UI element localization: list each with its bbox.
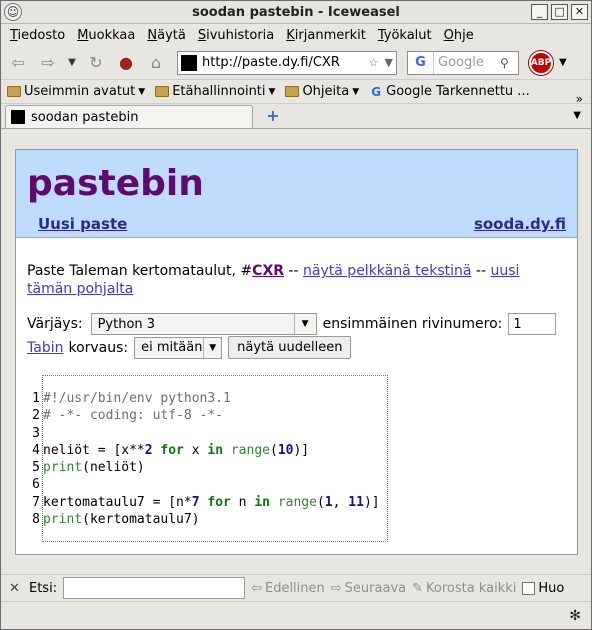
arrow-left-icon: ⇦ (251, 580, 262, 596)
code-line: print(kertomataulu7) (43, 512, 200, 528)
adblock-icon[interactable]: ABP (529, 50, 553, 75)
folder-icon (155, 86, 170, 97)
window-title: soodan pastebin - Iceweasel (192, 4, 400, 20)
menu-file[interactable]: Tiedosto (5, 28, 72, 43)
close-icon[interactable]: ✕ (9, 581, 23, 596)
url-text: http://paste.dy.fi/CXR (202, 55, 340, 70)
history-dropdown-icon[interactable]: ▼ (65, 50, 79, 76)
menu-edit[interactable]: Muokkaa (72, 28, 142, 43)
tab-list-dropdown-icon[interactable]: ▼ (573, 110, 581, 121)
stop-icon[interactable]: ● (113, 50, 139, 76)
tab-replace-select[interactable]: ei mitään ▼ (134, 336, 223, 359)
code-line: #!/usr/bin/env python3.1 (43, 391, 231, 406)
status-bar: ✻ (1, 601, 591, 629)
title-bar: ☺ soodan pastebin - Iceweasel _ □ ✕ (1, 1, 591, 24)
forward-arrow-icon[interactable]: ⇨ (35, 50, 61, 76)
menu-bar: Tiedosto Muokkaa Näytä Sivuhistoria Kirj… (1, 24, 591, 46)
adblock-dropdown-icon[interactable]: ▼ (559, 57, 567, 68)
folder-icon (285, 86, 300, 97)
close-button[interactable]: ✕ (571, 4, 588, 20)
home-icon[interactable]: ⌂ (143, 50, 169, 76)
new-tab-icon[interactable]: + (263, 106, 283, 126)
code-line: print(neliöt) (43, 460, 145, 476)
menu-history[interactable]: Sivuhistoria (193, 28, 281, 43)
menu-view[interactable]: Näytä (142, 28, 192, 43)
menu-tools[interactable]: Työkalut (373, 28, 439, 43)
tab-link[interactable]: Tabin (27, 340, 63, 356)
highlight-all-button[interactable]: ✎ Korosta kaikki (412, 581, 516, 596)
site-link[interactable]: sooda.dy.fi (474, 215, 566, 233)
highlight-select[interactable]: Python 3 ▼ (90, 313, 317, 335)
new-paste-link[interactable]: Uusi paste (38, 215, 127, 233)
code-line: neliöt = [x**2 for x in range(10)] (43, 442, 310, 458)
tab-bar: soodan pastebin + ▼ (1, 104, 591, 129)
menu-bookmarks[interactable]: Kirjanmerkit (281, 28, 373, 43)
maximize-button[interactable]: □ (551, 4, 568, 20)
replace-label: korvaus: (68, 339, 129, 356)
reload-icon[interactable]: ↻ (83, 50, 109, 76)
google-icon: G (371, 84, 382, 99)
color-label: Värjäys: (27, 316, 83, 332)
bookmark-instructions[interactable]: Ohjeita ▼ (285, 84, 359, 99)
bookmark-google-advanced[interactable]: G Google Tarkennettu ... (369, 84, 530, 99)
navigation-toolbar: ⇦ ⇨ ▼ ↻ ● ⌂ http://paste.dy.fi/CXR ☆ ▼ G… (1, 46, 591, 80)
search-placeholder: Google (438, 55, 484, 70)
bookmark-remote-admin[interactable]: Etähallinnointi ▼ (155, 84, 275, 99)
find-bar: ✕ Etsi: ⇦ Edellinen ⇨ Seuraava ✎ Korosta ka… (1, 574, 591, 601)
bookmarks-toolbar: Useimmin avatut ▼ Etähallinnointi ▼ Ohjeit… (1, 80, 591, 104)
find-label: Etsi: (29, 580, 58, 596)
first-line-label: ensimmäinen rivinumero: (322, 316, 503, 332)
page-content: pastebin Uusi paste sooda.dy.fi Paste Ta… (15, 149, 578, 555)
plain-text-link[interactable]: näytä pelkkänä tekstinä (303, 263, 471, 279)
find-input[interactable] (63, 577, 246, 599)
find-next-button[interactable]: ⇨ Seuraava (331, 581, 406, 596)
minimize-button[interactable]: _ (531, 4, 548, 20)
redisplay-button[interactable]: näytä uudelleen (228, 336, 352, 359)
code-line: kertomataulu7 = [n*7 for n in range(1, 1… (43, 494, 380, 510)
arrow-right-icon: ⇨ (330, 580, 342, 596)
page-header: pastebin Uusi paste sooda.dy.fi (16, 150, 577, 238)
google-icon[interactable]: G (408, 51, 434, 74)
paste-id-link[interactable]: CXR (252, 263, 284, 279)
site-favicon-icon (11, 110, 25, 124)
line-numbers: 12345678 (32, 391, 40, 528)
tab-replace-row: Tabin korvaus: ei mitään ▼ näytä uudelle… (27, 336, 352, 359)
highlight-options-row: Värjäys: Python 3 ▼ ensimmäinen rivinume… (27, 313, 557, 335)
back-arrow-icon[interactable]: ⇦ (5, 50, 31, 76)
browser-window: ☺ soodan pastebin - Iceweasel _ □ ✕ Tied… (0, 0, 592, 630)
rss-folder-icon (7, 86, 21, 97)
first-line-input[interactable]: 1 (508, 313, 557, 335)
url-dropdown-icon[interactable]: ▼ (385, 56, 393, 69)
url-bar[interactable]: http://paste.dy.fi/CXR ☆ ▼ (177, 50, 397, 75)
chevron-down-icon: ▼ (203, 337, 221, 358)
code-line: # -*- coding: utf-8 -*- (43, 408, 224, 424)
bug-icon[interactable]: ✻ (569, 608, 581, 624)
tab-soodan-pastebin[interactable]: soodan pastebin (5, 105, 253, 128)
chevron-down-icon: ▼ (293, 314, 316, 334)
code-listing: #!/usr/bin/env python3.1 # -*- coding: ut… (43, 390, 380, 528)
search-icon[interactable]: ⚲ (500, 56, 518, 70)
find-previous-button[interactable]: ⇦ Edellinen (251, 581, 325, 596)
paste-description: Paste Taleman kertomataulut, #CXR -- näy… (27, 263, 520, 297)
match-case-checkbox[interactable]: Huo (522, 581, 564, 596)
search-box[interactable]: G Google ⚲ (407, 50, 519, 75)
page-logo: pastebin (27, 163, 204, 204)
app-icon[interactable]: ☺ (4, 3, 22, 21)
site-favicon-icon (181, 54, 197, 71)
highlighter-icon: ✎ (412, 580, 424, 596)
menu-help[interactable]: Ohje (439, 28, 481, 43)
bookmark-star-icon[interactable]: ☆ (369, 56, 379, 69)
bookmark-most-visited[interactable]: Useimmin avatut ▼ (7, 84, 145, 99)
